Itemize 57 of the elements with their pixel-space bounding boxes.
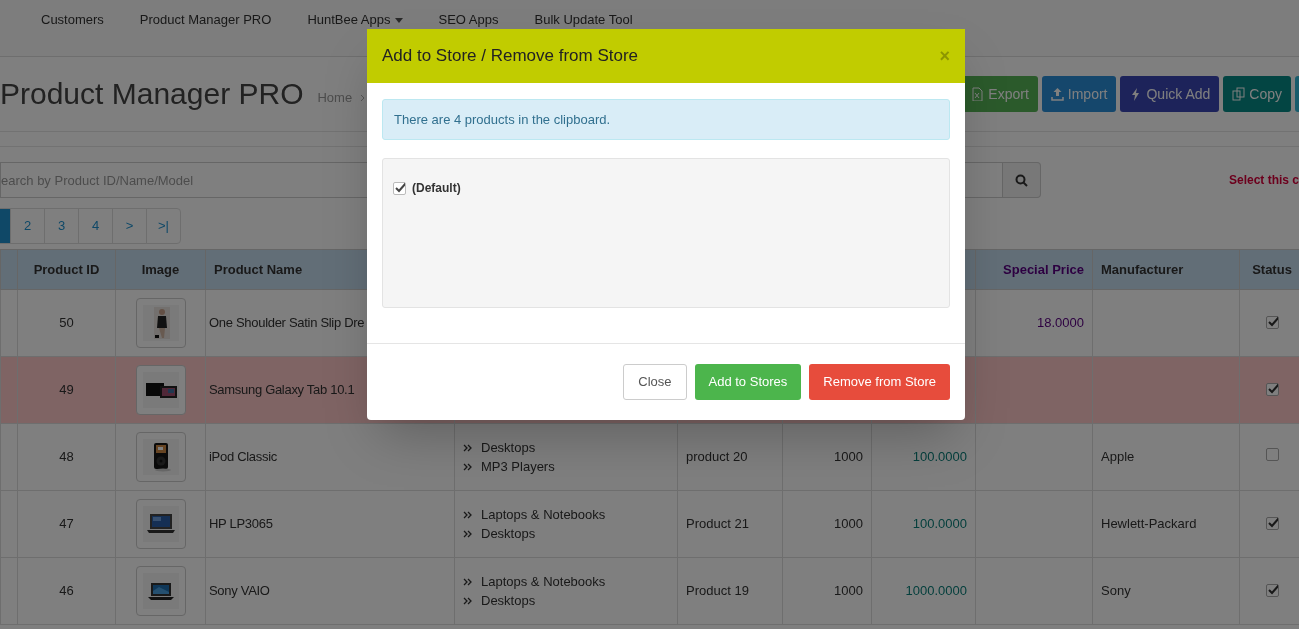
- table-cell-text: 48: [59, 449, 74, 465]
- table-cell-text: Samsung Galaxy Tab 10.1: [209, 382, 355, 398]
- table-row[interactable]: 47 HP LP3065 Laptops & Notebooks Desktops Product 21 1000 100.0000 Hewlett-Packard: [0, 490, 1299, 558]
- page-title: Product Manager PRO: [0, 79, 304, 109]
- page-link[interactable]: >: [112, 208, 147, 244]
- table-cell-text: Hewlett-Packard: [1101, 516, 1197, 532]
- table-row[interactable]: 46 Sony VAIO Laptops & Notebooks Desktops Product 19 1000 1000.0000 Sony: [0, 557, 1299, 625]
- table-cell-text: 18.0000: [1037, 315, 1084, 331]
- toolbar-button[interactable]: Quick Add: [1120, 76, 1220, 112]
- toolbar-button[interactable]: Export: [962, 76, 1038, 112]
- store-label: (Default): [412, 180, 461, 197]
- table-cell-text: 49: [59, 382, 74, 398]
- table-cell-text: 1000: [834, 449, 863, 465]
- notice-text: Select this c: [1228, 172, 1299, 189]
- page-link[interactable]: 3: [44, 208, 79, 244]
- close-button[interactable]: ×: [939, 47, 950, 65]
- table-cell-text: Sony VAIO: [209, 583, 270, 599]
- close-button[interactable]: Close: [623, 364, 687, 400]
- table-cell-text: 1000: [834, 516, 863, 532]
- nav-link[interactable]: Customers: [41, 13, 104, 27]
- info-alert: There are 4 products in the clipboard.: [382, 99, 950, 140]
- category-text: Desktops: [481, 592, 536, 610]
- page-link[interactable]: 2: [10, 208, 45, 244]
- category-text: Desktops: [481, 525, 536, 543]
- modal-title: Add to Store / Remove from Store: [382, 45, 639, 68]
- table-cell-text: 1000.0000: [905, 583, 967, 599]
- remove-button[interactable]: Remove from Store: [809, 364, 950, 400]
- table-cell-text: 100.0000: [912, 449, 967, 465]
- table-cell-text: One Shoulder Satin Slip Dre: [209, 315, 365, 331]
- toolbar-button[interactable]: Import: [1041, 76, 1117, 112]
- toolbar-button[interactable]: Copy: [1223, 76, 1291, 112]
- column-header[interactable]: Product Name: [214, 261, 303, 277]
- table-cell-text: product 20: [686, 449, 748, 465]
- table-cell-text: HP LP3065: [209, 516, 273, 532]
- table-cell-text: Product 21: [686, 516, 749, 532]
- nav-link[interactable]: SEO Apps: [438, 13, 499, 27]
- nav-link[interactable]: HuntBee Apps: [307, 13, 403, 27]
- table-cell-text: 50: [59, 315, 74, 331]
- column-header[interactable]: Image: [141, 261, 180, 277]
- page-link[interactable]: >|: [146, 208, 181, 244]
- table-cell-text: Apple: [1101, 449, 1135, 465]
- table-cell-text: iPod Classic: [209, 449, 277, 465]
- table-cell-text: 1000: [834, 583, 863, 599]
- table-cell-text: Product 19: [686, 583, 749, 599]
- table-row[interactable]: 48 iPod Classic Desktops MP3 Players product 20 1000 100.0000 Apple: [0, 423, 1299, 491]
- table-cell-text: Sony: [1101, 583, 1131, 599]
- nav-link[interactable]: Product Manager PRO: [139, 13, 272, 27]
- page-link[interactable]: 4: [78, 208, 113, 244]
- category-text: Laptops & Notebooks: [481, 573, 606, 591]
- category-text: MP3 Players: [481, 458, 555, 476]
- table-cell-text: 47: [59, 516, 74, 532]
- add-button[interactable]: Add to Stores: [694, 364, 802, 400]
- nav-link[interactable]: Bulk Update Tool: [534, 13, 633, 27]
- table-cell-text: 46: [59, 583, 74, 599]
- table-cell-text: 100.0000: [912, 516, 967, 532]
- category-text: Laptops & Notebooks: [481, 506, 606, 524]
- category-text: Desktops: [481, 439, 536, 457]
